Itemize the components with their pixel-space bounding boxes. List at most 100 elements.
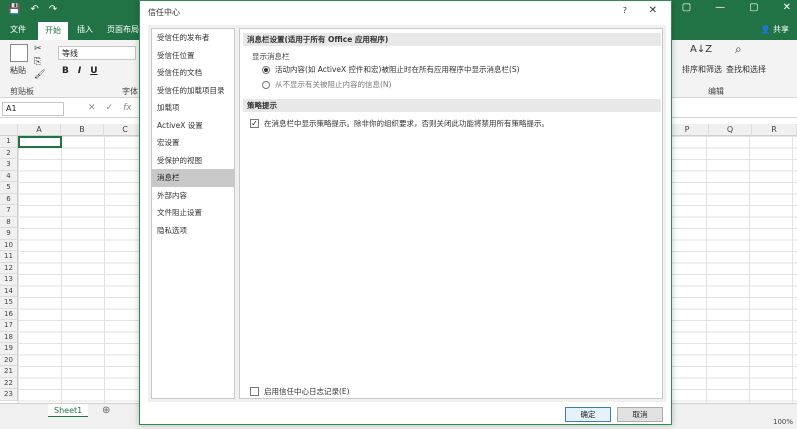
find-icon[interactable]: ⌕	[735, 42, 742, 57]
row-header[interactable]: 9	[0, 228, 18, 240]
category-nav: 受信任的发布者 受信任位置 受信任的文档 受信任的加载项目录 加载项 ActiveX 设置…	[151, 28, 235, 399]
add-sheet-icon[interactable]: ⊕	[102, 405, 110, 416]
row-header[interactable]: 15	[0, 297, 18, 309]
dialog-body: 受信任的发布者 受信任位置 受信任的文档 受信任的加载项目录 加载项 ActiveX 设置…	[148, 25, 666, 402]
maximize-icon[interactable]: ▢	[749, 2, 758, 13]
nav-item[interactable]: 外部内容	[152, 187, 234, 205]
cancel-formula-icon[interactable]: ✕	[88, 103, 96, 113]
format-painter-icon[interactable]: 🖌	[34, 70, 45, 80]
radio-button-checked[interactable]	[262, 65, 270, 74]
row-header[interactable]: 14	[0, 285, 18, 297]
column-header[interactable]: Q	[709, 124, 752, 136]
tab-home[interactable]: 开始	[38, 22, 68, 40]
underline-button[interactable]: U	[90, 66, 97, 76]
cut-icon[interactable]: ✂	[34, 44, 42, 54]
nav-item[interactable]: 宏设置	[152, 134, 234, 152]
nav-item[interactable]: 受信任的发布者	[152, 29, 234, 47]
copy-icon[interactable]: ⎘	[34, 57, 41, 67]
row-header[interactable]: 11	[0, 251, 18, 263]
tab-page-layout[interactable]: 页面布局	[107, 24, 139, 35]
zoom-level[interactable]: 100%	[773, 418, 793, 426]
row-header[interactable]: 6	[0, 193, 18, 205]
paste-icon[interactable]	[10, 44, 28, 62]
font-name-select[interactable]: 等线	[58, 46, 136, 60]
checkbox-unchecked[interactable]	[250, 387, 259, 396]
trust-center-dialog: 信任中心 ? ✕ 受信任的发布者 受信任位置 受信任的文档 受信任的加载项目录 加载项 A…	[139, 0, 672, 425]
checkbox-label: 在消息栏中显示策略提示。除非你的组织要求，否则关闭此功能将禁用所有策略提示。	[264, 119, 549, 128]
row-header[interactable]: 3	[0, 159, 18, 171]
row-header[interactable]: 2	[0, 147, 18, 159]
logging-checkbox[interactable]: 启用信任中心日志记录(E)	[250, 386, 350, 397]
ok-button[interactable]: 确定	[565, 407, 611, 422]
minimize-icon[interactable]: —	[715, 2, 725, 13]
nav-item[interactable]: 受信任位置	[152, 47, 234, 65]
radio-never-show[interactable]: 从不显示有关被阻止内容的信息(N)	[262, 79, 391, 90]
font-group-label: 字体	[122, 87, 138, 96]
row-header[interactable]: 5	[0, 182, 18, 194]
dialog-title: 信任中心	[148, 8, 180, 17]
row-header[interactable]: 10	[0, 239, 18, 251]
selected-cell[interactable]	[18, 136, 62, 148]
name-box[interactable]: A1	[2, 102, 64, 116]
column-header[interactable]: B	[61, 124, 104, 136]
nav-item[interactable]: 文件阻止设置	[152, 204, 234, 222]
column-header[interactable]: P	[666, 124, 709, 136]
checkbox-checked[interactable]: ✓	[250, 119, 259, 128]
confirm-formula-icon[interactable]: ✓	[106, 103, 114, 113]
row-header[interactable]: 21	[0, 366, 18, 378]
paste-label[interactable]: 粘贴	[10, 65, 26, 76]
row-header[interactable]: 7	[0, 205, 18, 217]
save-icon[interactable]: 💾	[8, 3, 20, 17]
undo-icon[interactable]: ↶	[30, 3, 38, 17]
row-header[interactable]: 16	[0, 308, 18, 320]
row-header[interactable]: 18	[0, 331, 18, 343]
nav-item[interactable]: 受信任的文档	[152, 64, 234, 82]
format-buttons: B I U	[62, 66, 98, 76]
radio-show-message-bar[interactable]: 活动内容(如 ActiveX 控件和宏)被阻止时在所有应用程序中显示消息栏(S)	[262, 64, 520, 75]
policy-tips-checkbox[interactable]: ✓ 在消息栏中显示策略提示。除非你的组织要求，否则关闭此功能将禁用所有策略提示。	[250, 118, 549, 129]
column-header[interactable]: R	[752, 124, 797, 136]
row-header[interactable]: 1	[0, 136, 18, 148]
row-header[interactable]: 23	[0, 389, 18, 401]
find-select-button[interactable]: 查找和选择	[726, 64, 766, 75]
nav-item[interactable]: 隐私选项	[152, 222, 234, 240]
radio-button-unchecked[interactable]	[262, 80, 270, 89]
radio-label: 活动内容(如 ActiveX 控件和宏)被阻止时在所有应用程序中显示消息栏(S)	[275, 65, 520, 74]
nav-item[interactable]: 消息栏	[152, 169, 234, 187]
row-header[interactable]: 17	[0, 320, 18, 332]
tab-file[interactable]: 文件	[10, 24, 26, 35]
cancel-button[interactable]: 取消	[617, 407, 663, 422]
italic-button[interactable]: I	[78, 66, 81, 76]
window-controls: ▢ — ▢ ✕	[682, 2, 791, 13]
nav-item[interactable]: 受信任的加载项目录	[152, 82, 234, 100]
select-all-corner[interactable]	[0, 124, 18, 136]
close-icon[interactable]: ✕	[783, 2, 791, 13]
help-icon[interactable]: ?	[623, 6, 627, 15]
row-header[interactable]: 4	[0, 170, 18, 182]
row-header[interactable]: 12	[0, 262, 18, 274]
sort-icon[interactable]: A↓Z	[690, 44, 712, 55]
row-header[interactable]: 19	[0, 343, 18, 355]
insert-function-icon[interactable]: fx	[123, 103, 132, 113]
column-header[interactable]: A	[18, 124, 61, 136]
row-header[interactable]: 8	[0, 216, 18, 228]
sheet-tab[interactable]: Sheet1	[48, 404, 89, 418]
nav-item[interactable]: 受保护的视图	[152, 152, 234, 170]
close-icon[interactable]: ✕	[649, 5, 657, 16]
ribbon-display-icon[interactable]: ▢	[682, 2, 691, 13]
row-header[interactable]: 22	[0, 377, 18, 389]
formula-icons: ✕ ✓ fx	[88, 103, 132, 113]
nav-item[interactable]: 加载项	[152, 99, 234, 117]
nav-item[interactable]: ActiveX 设置	[152, 117, 234, 135]
radio-label: 从不显示有关被阻止内容的信息(N)	[275, 80, 392, 89]
row-header[interactable]: 13	[0, 274, 18, 286]
quick-access-toolbar: 💾 ↶ ↷	[8, 3, 57, 17]
tab-insert[interactable]: 插入	[77, 24, 93, 35]
share-button[interactable]: 👤 共享	[760, 24, 789, 35]
edit-group-label: 编辑	[708, 87, 724, 96]
sort-filter-button[interactable]: 排序和筛选	[682, 64, 722, 75]
row-header[interactable]: 20	[0, 354, 18, 366]
section-header-message-bar: 消息栏设置(适用于所有 Office 应用程序)	[243, 33, 661, 46]
bold-button[interactable]: B	[62, 66, 69, 76]
redo-icon[interactable]: ↷	[49, 3, 57, 17]
